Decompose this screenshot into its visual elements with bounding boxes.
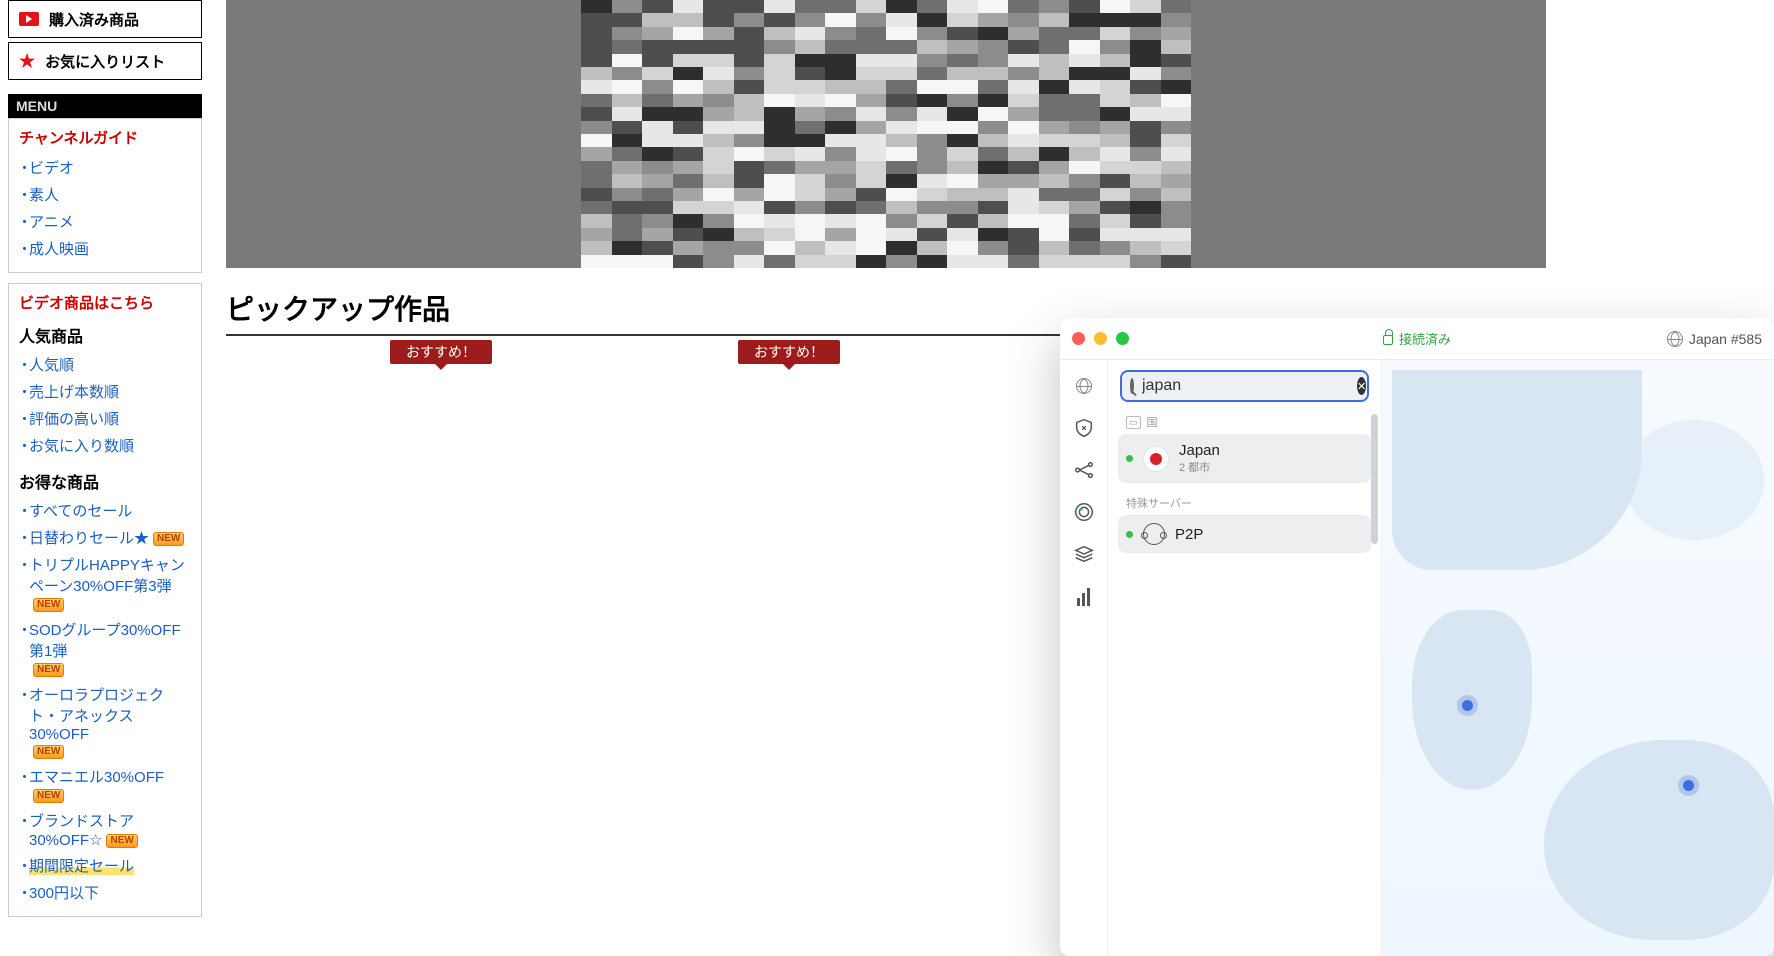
map-landmass — [1624, 420, 1764, 540]
flag-jp-icon — [1143, 446, 1169, 472]
left-sidebar: 購入済み商品 ★ お気に入りリスト MENU チャンネルガイド ビデオ 素人 ア… — [8, 0, 202, 917]
bars-icon — [1077, 586, 1090, 606]
video-products-header: ビデオ商品はこちら — [19, 292, 191, 313]
window-controls — [1072, 332, 1129, 345]
channel-link[interactable]: 素人 — [19, 181, 191, 208]
recommend-badge: おすすめ！ — [738, 340, 840, 364]
new-badge: NEW — [33, 598, 64, 612]
menu-header: MENU — [8, 94, 202, 118]
deal-link[interactable]: ブランドストア30%OFF☆NEW — [19, 807, 191, 852]
server-row-japan[interactable]: Japan 2 都市 — [1118, 434, 1371, 483]
popular-header: 人気商品 — [19, 323, 191, 347]
tab-security[interactable] — [1072, 416, 1096, 440]
clear-icon[interactable]: ✕ — [1357, 377, 1366, 395]
map-marker[interactable] — [1683, 780, 1694, 791]
censored-image — [581, 0, 1191, 268]
purchased-label: 購入済み商品 — [49, 9, 139, 30]
server-row-p2p[interactable]: P2P — [1118, 515, 1371, 553]
globe-icon — [1076, 378, 1092, 394]
maximize-icon[interactable] — [1116, 332, 1129, 345]
deals-header: お得な商品 — [19, 469, 191, 493]
connection-status: 接続済み — [1383, 329, 1451, 348]
nav-rail — [1060, 360, 1108, 956]
video-icon — [19, 12, 39, 26]
new-badge: NEW — [33, 789, 64, 803]
status-dot-icon — [1126, 531, 1133, 538]
popular-link[interactable]: 人気順 — [19, 351, 191, 378]
deal-link[interactable]: 日替わりセール★NEW — [19, 524, 191, 551]
new-badge: NEW — [106, 834, 137, 848]
close-icon[interactable] — [1072, 332, 1085, 345]
section-country-label: ▭国 — [1108, 408, 1381, 434]
new-badge: NEW — [153, 532, 184, 546]
server-list-panel: ✕ ▭国 Japan 2 都市 特殊サーバー P2P — [1108, 360, 1382, 956]
p2p-icon — [1143, 523, 1165, 545]
tab-mesh[interactable] — [1072, 458, 1096, 482]
server-indicator[interactable]: Japan #585 — [1667, 331, 1762, 347]
new-badge: NEW — [33, 663, 64, 677]
channel-link[interactable]: ビデオ — [19, 154, 191, 181]
map-landmass — [1392, 370, 1642, 570]
server-sub: 2 都市 — [1179, 459, 1220, 475]
deal-link[interactable]: エマニエル30%OFFNEW — [19, 763, 191, 807]
favorites-button[interactable]: ★ お気に入りリスト — [8, 42, 202, 80]
mesh-icon — [1073, 459, 1095, 481]
deal-link[interactable]: すべてのセール — [19, 497, 191, 524]
map-landmass — [1412, 610, 1532, 790]
status-dot-icon — [1126, 455, 1133, 462]
search-input[interactable] — [1142, 377, 1349, 395]
radar-icon — [1073, 501, 1095, 523]
scrollbar[interactable] — [1371, 414, 1378, 544]
channel-guide-box: チャンネルガイド ビデオ 素人 アニメ 成人映画 — [8, 118, 202, 273]
channel-guide-header: チャンネルガイド — [19, 127, 191, 148]
tab-countries[interactable] — [1072, 374, 1096, 398]
search-icon — [1130, 378, 1134, 394]
server-label: Japan #585 — [1689, 331, 1762, 347]
deal-link[interactable]: オーロラプロジェクト・アネックス30%OFFNEW — [19, 681, 191, 763]
map-pane[interactable] — [1382, 360, 1774, 956]
section-special-label: 特殊サーバー — [1108, 489, 1381, 515]
layers-icon — [1073, 543, 1095, 565]
globe-icon — [1667, 331, 1683, 347]
lock-icon — [1383, 335, 1393, 345]
titlebar: 接続済み Japan #585 — [1060, 318, 1774, 360]
shield-icon — [1073, 417, 1095, 439]
deal-link[interactable]: SODグループ30%OFF第1弾NEW — [19, 616, 191, 681]
channel-link[interactable]: 成人映画 — [19, 235, 191, 262]
minimize-icon[interactable] — [1094, 332, 1107, 345]
popular-link[interactable]: お気に入り数順 — [19, 432, 191, 459]
map-landmass — [1544, 740, 1774, 940]
flag-icon: ▭ — [1126, 416, 1141, 429]
map-marker[interactable] — [1462, 700, 1473, 711]
recommend-badge: おすすめ！ — [390, 340, 492, 364]
vpn-app-window: 接続済み Japan #585 ✕ ▭国 — [1060, 318, 1774, 956]
server-name: P2P — [1175, 526, 1203, 543]
favorites-label: お気に入りリスト — [45, 51, 165, 72]
popular-link[interactable]: 評価の高い順 — [19, 405, 191, 432]
popular-link[interactable]: 売上げ本数順 — [19, 378, 191, 405]
server-name: Japan — [1179, 442, 1220, 459]
tab-radar[interactable] — [1072, 500, 1096, 524]
search-field[interactable]: ✕ — [1120, 370, 1369, 402]
new-badge: NEW — [33, 745, 64, 759]
deal-link[interactable]: トリプルHAPPYキャンペーン30%OFF第3弾NEW — [19, 551, 191, 616]
star-icon: ★ — [19, 51, 35, 72]
tab-stats[interactable] — [1072, 584, 1096, 608]
video-products-box: ビデオ商品はこちら 人気商品 人気順 売上げ本数順 評価の高い順 お気に入り数順… — [8, 283, 202, 917]
purchased-button[interactable]: 購入済み商品 — [8, 0, 202, 38]
deal-link[interactable]: 300円以下 — [19, 879, 191, 906]
status-text: 接続済み — [1399, 329, 1451, 348]
tab-layers[interactable] — [1072, 542, 1096, 566]
hero-banner[interactable] — [226, 0, 1546, 268]
channel-link[interactable]: アニメ — [19, 208, 191, 235]
main-content: ピックアップ作品 おすすめ！ おすすめ！ — [226, 0, 1774, 360]
deal-link[interactable]: 期間限定セール — [19, 852, 191, 879]
